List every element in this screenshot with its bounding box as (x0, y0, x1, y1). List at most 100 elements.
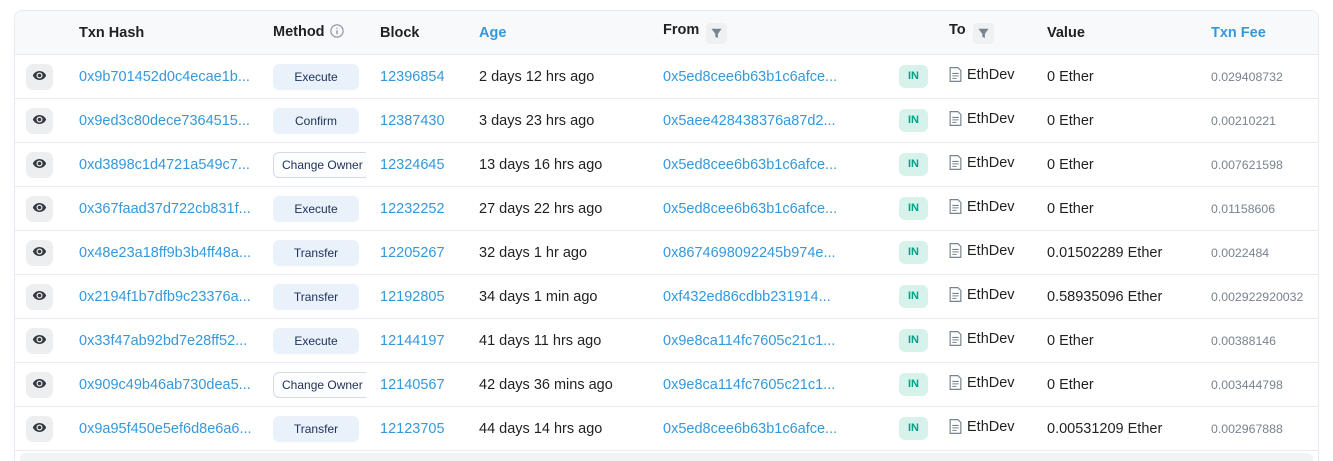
method-badge: Transfer (273, 284, 359, 310)
from-address-link[interactable]: 0x5aee428438376a87d2... (663, 113, 836, 129)
txn-hash-link[interactable]: 0x367faad37d722cb831f... (79, 201, 251, 217)
to-name-link[interactable]: EthDev (967, 111, 1015, 127)
from-filter-button[interactable] (706, 23, 727, 44)
from-address-link[interactable]: 0x5ed8cee6b63b1c6afce... (663, 157, 837, 173)
eye-icon (32, 376, 47, 394)
txn-hash-link[interactable]: 0x33f47ab92bd7e28ff52... (79, 333, 247, 349)
cell-to: EthDev (935, 363, 1033, 407)
preview-transaction-eye-button[interactable] (26, 416, 53, 442)
from-address-link[interactable]: 0x5ed8cee6b63b1c6afce... (663, 421, 837, 437)
preview-transaction-eye-button[interactable] (26, 152, 53, 178)
txn-hash-link[interactable]: 0x2194f1b7dfb9c23376a... (79, 289, 251, 305)
cell-txn-hash: 0x9a95f450e5ef6d8e6a6... (65, 407, 259, 451)
cell-block: 12324645 (366, 143, 465, 187)
direction-in-badge: IN (899, 153, 928, 176)
table-row: 0x9a95f450e5ef6d8e6a6... Transfer 121237… (15, 407, 1318, 451)
preview-transaction-eye-button[interactable] (26, 372, 53, 398)
document-file-icon (949, 422, 962, 438)
block-link[interactable]: 12140567 (380, 377, 445, 393)
to-name-link[interactable]: EthDev (967, 419, 1015, 435)
txn-hash-link[interactable]: 0x9b701452d0c4ecae1b... (79, 69, 250, 85)
txn-hash-link[interactable]: 0x909c49b46ab730dea5... (79, 377, 251, 393)
direction-in-badge: IN (899, 417, 928, 440)
horizontal-scrollbar-track[interactable] (20, 453, 1313, 461)
block-link[interactable]: 12396854 (380, 69, 445, 85)
preview-transaction-eye-button[interactable] (26, 196, 53, 222)
preview-transaction-eye-button[interactable] (26, 240, 53, 266)
txn-hash-link[interactable]: 0x48e23a18ff9b3b4ff48a... (79, 245, 251, 261)
cell-direction: IN (885, 55, 935, 99)
cell-value: 0.00531209 Ether (1033, 407, 1197, 451)
cell-age: 44 days 14 hrs ago (465, 407, 649, 451)
funnel-filter-icon (711, 28, 722, 39)
block-link[interactable]: 12192805 (380, 289, 445, 305)
to-name-link[interactable]: EthDev (967, 331, 1015, 347)
cell-block: 12140567 (366, 363, 465, 407)
cell-block: 12144197 (366, 319, 465, 363)
preview-transaction-eye-button[interactable] (26, 64, 53, 90)
header-txn-fee[interactable]: Txn Fee (1197, 11, 1318, 55)
cell-method: Execute (259, 55, 366, 99)
cell-to: EthDev (935, 99, 1033, 143)
cell-eye (15, 363, 65, 407)
header-txn-fee-sort-link[interactable]: Txn Fee (1211, 25, 1266, 41)
cell-block: 12123705 (366, 407, 465, 451)
preview-transaction-eye-button[interactable] (26, 284, 53, 310)
from-address-link[interactable]: 0x9e8ca114fc7605c21c1... (663, 333, 835, 349)
table-row: 0x48e23a18ff9b3b4ff48a... Transfer 12205… (15, 231, 1318, 275)
cell-method: Change Owner (259, 143, 366, 187)
cell-to: EthDev (935, 275, 1033, 319)
age-text: 32 days 1 hr ago (479, 245, 587, 261)
to-name-link[interactable]: EthDev (967, 375, 1015, 391)
from-address-link[interactable]: 0x9e8ca114fc7605c21c1... (663, 377, 835, 393)
cell-eye (15, 407, 65, 451)
cell-from: 0x9e8ca114fc7605c21c1... (649, 363, 885, 407)
block-link[interactable]: 12387430 (380, 113, 445, 129)
to-name-link[interactable]: EthDev (967, 243, 1015, 259)
from-address-link[interactable]: 0xf432ed86cdbb231914... (663, 289, 831, 305)
block-link[interactable]: 12144197 (380, 333, 445, 349)
value-text: 0 Ether (1047, 113, 1094, 129)
from-address-link[interactable]: 0x8674698092245b974e... (663, 245, 836, 261)
header-age[interactable]: Age (465, 11, 649, 55)
txn-hash-link[interactable]: 0xd3898c1d4721a549c7... (79, 157, 250, 173)
preview-transaction-eye-button[interactable] (26, 108, 53, 134)
table-row: 0x909c49b46ab730dea5... Change Owner 121… (15, 363, 1318, 407)
age-text: 42 days 36 mins ago (479, 377, 613, 393)
document-file-icon (949, 158, 962, 174)
header-from: From (649, 11, 885, 55)
eye-icon (32, 156, 47, 174)
txn-fee-text: 0.0022484 (1211, 246, 1269, 260)
preview-transaction-eye-button[interactable] (26, 328, 53, 354)
from-address-link[interactable]: 0x5ed8cee6b63b1c6afce... (663, 69, 837, 85)
to-name-link[interactable]: EthDev (967, 287, 1015, 303)
block-link[interactable]: 12123705 (380, 421, 445, 437)
to-name-link[interactable]: EthDev (967, 67, 1015, 83)
eye-icon (32, 244, 47, 262)
cell-from: 0x9e8ca114fc7605c21c1... (649, 319, 885, 363)
to-filter-button[interactable] (973, 23, 994, 44)
to-name-link[interactable]: EthDev (967, 199, 1015, 215)
block-link[interactable]: 12205267 (380, 245, 445, 261)
cell-direction: IN (885, 99, 935, 143)
value-text: 0 Ether (1047, 157, 1094, 173)
txn-hash-link[interactable]: 0x9ed3c80dece7364515... (79, 113, 250, 129)
cell-txn-fee: 0.00210221 (1197, 99, 1318, 143)
cell-value: 0 Ether (1033, 143, 1197, 187)
cell-txn-hash: 0x367faad37d722cb831f... (65, 187, 259, 231)
method-badge: Execute (273, 64, 359, 90)
cell-txn-fee: 0.029408732 (1197, 55, 1318, 99)
cell-method: Transfer (259, 275, 366, 319)
block-link[interactable]: 12232252 (380, 201, 445, 217)
info-circle-icon[interactable] (330, 26, 344, 42)
header-age-sort-link[interactable]: Age (479, 25, 506, 41)
funnel-filter-icon (978, 28, 989, 39)
cell-txn-fee: 0.003444798 (1197, 363, 1318, 407)
txn-hash-link[interactable]: 0x9a95f450e5ef6d8e6a6... (79, 421, 252, 437)
eye-icon (32, 332, 47, 350)
from-address-link[interactable]: 0x5ed8cee6b63b1c6afce... (663, 201, 837, 217)
cell-direction: IN (885, 187, 935, 231)
table-row: 0x9b701452d0c4ecae1b... Execute 12396854… (15, 55, 1318, 99)
to-name-link[interactable]: EthDev (967, 155, 1015, 171)
block-link[interactable]: 12324645 (380, 157, 445, 173)
